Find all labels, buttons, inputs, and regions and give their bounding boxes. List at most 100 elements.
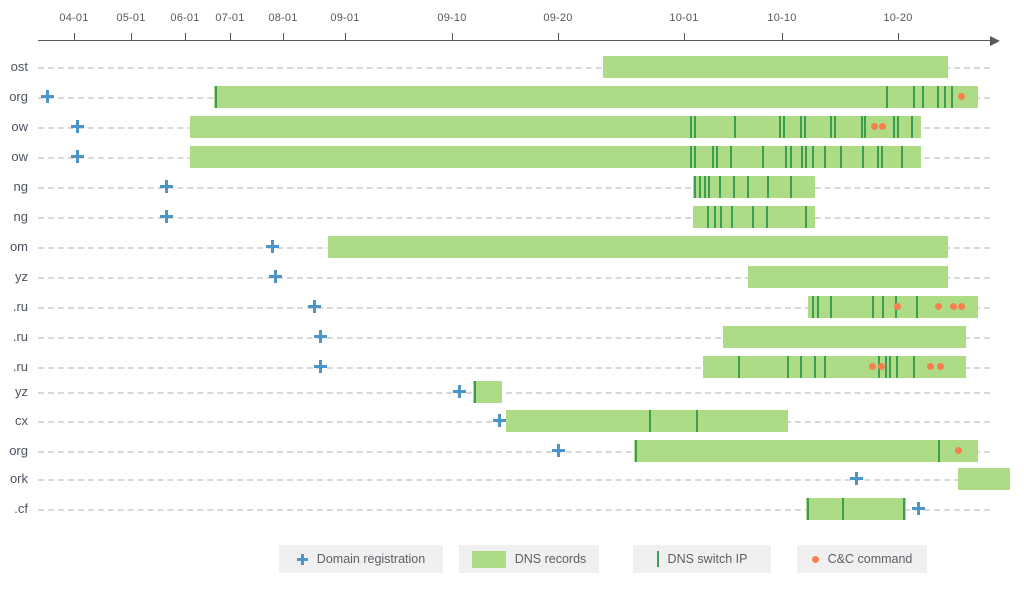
- dns-switch-ip-marker[interactable]: [830, 116, 832, 138]
- dns-switch-ip-marker[interactable]: [694, 176, 696, 198]
- domain-registration-marker[interactable]: [314, 330, 327, 343]
- dns-switch-ip-marker[interactable]: [842, 498, 844, 520]
- dns-switch-ip-marker[interactable]: [814, 356, 816, 378]
- dns-records-bar[interactable]: [214, 86, 978, 108]
- cc-command-marker[interactable]: [958, 93, 965, 100]
- dns-records-bar[interactable]: [603, 56, 948, 78]
- cc-command-marker[interactable]: [955, 447, 962, 454]
- dns-switch-ip-marker[interactable]: [922, 86, 924, 108]
- dns-switch-ip-marker[interactable]: [895, 296, 897, 318]
- dns-switch-ip-marker[interactable]: [885, 356, 887, 378]
- timeline-row[interactable]: org: [0, 84, 1024, 110]
- dns-switch-ip-marker[interactable]: [733, 176, 735, 198]
- dns-switch-ip-marker[interactable]: [812, 296, 814, 318]
- dns-records-bar[interactable]: [693, 206, 815, 228]
- cc-command-marker[interactable]: [937, 363, 944, 370]
- dns-switch-ip-marker[interactable]: [635, 440, 637, 462]
- domain-registration-marker[interactable]: [453, 385, 466, 398]
- dns-switch-ip-marker[interactable]: [864, 116, 866, 138]
- dns-switch-ip-marker[interactable]: [903, 498, 905, 520]
- timeline-row[interactable]: org: [0, 438, 1024, 464]
- cc-command-marker[interactable]: [878, 363, 885, 370]
- dns-records-bar[interactable]: [634, 440, 978, 462]
- dns-switch-ip-marker[interactable]: [785, 146, 787, 168]
- dns-switch-ip-marker[interactable]: [938, 440, 940, 462]
- dns-records-bar[interactable]: [723, 326, 966, 348]
- dns-switch-ip-marker[interactable]: [805, 146, 807, 168]
- dns-switch-ip-marker[interactable]: [719, 176, 721, 198]
- timeline-row[interactable]: .ru: [0, 324, 1024, 350]
- domain-registration-marker[interactable]: [266, 240, 279, 253]
- cc-command-marker[interactable]: [927, 363, 934, 370]
- dns-switch-ip-marker[interactable]: [694, 146, 696, 168]
- dns-switch-ip-marker[interactable]: [767, 176, 769, 198]
- timeline-row[interactable]: yz: [0, 379, 1024, 405]
- timeline-row[interactable]: om: [0, 234, 1024, 260]
- timeline-row[interactable]: yz: [0, 264, 1024, 290]
- dns-switch-ip-marker[interactable]: [708, 176, 710, 198]
- dns-switch-ip-marker[interactable]: [762, 146, 764, 168]
- dns-switch-ip-marker[interactable]: [901, 146, 903, 168]
- dns-switch-ip-marker[interactable]: [801, 146, 803, 168]
- dns-switch-ip-marker[interactable]: [804, 116, 806, 138]
- dns-switch-ip-marker[interactable]: [897, 116, 899, 138]
- dns-switch-ip-marker[interactable]: [807, 498, 809, 520]
- cc-command-marker[interactable]: [871, 123, 878, 130]
- dns-switch-ip-marker[interactable]: [896, 356, 898, 378]
- domain-registration-marker[interactable]: [850, 472, 863, 485]
- dns-records-bar[interactable]: [806, 498, 906, 520]
- dns-switch-ip-marker[interactable]: [878, 356, 880, 378]
- legend-item-dns-switch-ip[interactable]: DNS switch IP: [633, 545, 771, 573]
- dns-switch-ip-marker[interactable]: [690, 116, 692, 138]
- dns-switch-ip-marker[interactable]: [696, 410, 698, 432]
- timeline-row[interactable]: ost: [0, 54, 1024, 80]
- dns-switch-ip-marker[interactable]: [731, 206, 733, 228]
- dns-switch-ip-marker[interactable]: [716, 146, 718, 168]
- dns-switch-ip-marker[interactable]: [830, 296, 832, 318]
- dns-switch-ip-marker[interactable]: [783, 116, 785, 138]
- dns-records-bar[interactable]: [693, 176, 815, 198]
- dns-switch-ip-marker[interactable]: [790, 176, 792, 198]
- timeline-row[interactable]: ow: [0, 144, 1024, 170]
- domain-registration-marker[interactable]: [493, 414, 506, 427]
- dns-switch-ip-marker[interactable]: [800, 116, 802, 138]
- domain-registration-marker[interactable]: [71, 150, 84, 163]
- cc-command-marker[interactable]: [958, 303, 965, 310]
- dns-records-bar[interactable]: [748, 266, 948, 288]
- timeline-row[interactable]: ng: [0, 204, 1024, 230]
- dns-switch-ip-marker[interactable]: [877, 146, 879, 168]
- dns-records-bar[interactable]: [328, 236, 948, 258]
- dns-switch-ip-marker[interactable]: [886, 86, 888, 108]
- dns-switch-ip-marker[interactable]: [730, 146, 732, 168]
- dns-switch-ip-marker[interactable]: [779, 116, 781, 138]
- dns-switch-ip-marker[interactable]: [881, 146, 883, 168]
- dns-switch-ip-marker[interactable]: [694, 116, 696, 138]
- dns-switch-ip-marker[interactable]: [752, 206, 754, 228]
- domain-registration-marker[interactable]: [160, 180, 173, 193]
- dns-switch-ip-marker[interactable]: [720, 206, 722, 228]
- domain-registration-marker[interactable]: [552, 444, 565, 457]
- dns-switch-ip-marker[interactable]: [834, 116, 836, 138]
- dns-records-bar[interactable]: [958, 468, 1010, 490]
- dns-switch-ip-marker[interactable]: [862, 146, 864, 168]
- dns-switch-ip-marker[interactable]: [649, 410, 651, 432]
- dns-records-bar[interactable]: [190, 116, 921, 138]
- cc-command-marker[interactable]: [894, 303, 901, 310]
- dns-switch-ip-marker[interactable]: [215, 86, 217, 108]
- dns-switch-ip-marker[interactable]: [747, 176, 749, 198]
- dns-records-bar[interactable]: [190, 146, 921, 168]
- legend-item-cc-command[interactable]: C&C command: [797, 545, 927, 573]
- dns-switch-ip-marker[interactable]: [790, 146, 792, 168]
- dns-switch-ip-marker[interactable]: [872, 296, 874, 318]
- dns-records-bar[interactable]: [703, 356, 966, 378]
- dns-switch-ip-marker[interactable]: [916, 296, 918, 318]
- legend-item-dns-records[interactable]: DNS records: [459, 545, 599, 573]
- domain-registration-marker[interactable]: [160, 210, 173, 223]
- domain-registration-marker[interactable]: [912, 502, 925, 515]
- dns-switch-ip-marker[interactable]: [738, 356, 740, 378]
- legend-item-domain-registration[interactable]: Domain registration: [279, 545, 443, 573]
- dns-switch-ip-marker[interactable]: [824, 356, 826, 378]
- dns-switch-ip-marker[interactable]: [734, 116, 736, 138]
- domain-registration-marker[interactable]: [314, 360, 327, 373]
- dns-switch-ip-marker[interactable]: [707, 206, 709, 228]
